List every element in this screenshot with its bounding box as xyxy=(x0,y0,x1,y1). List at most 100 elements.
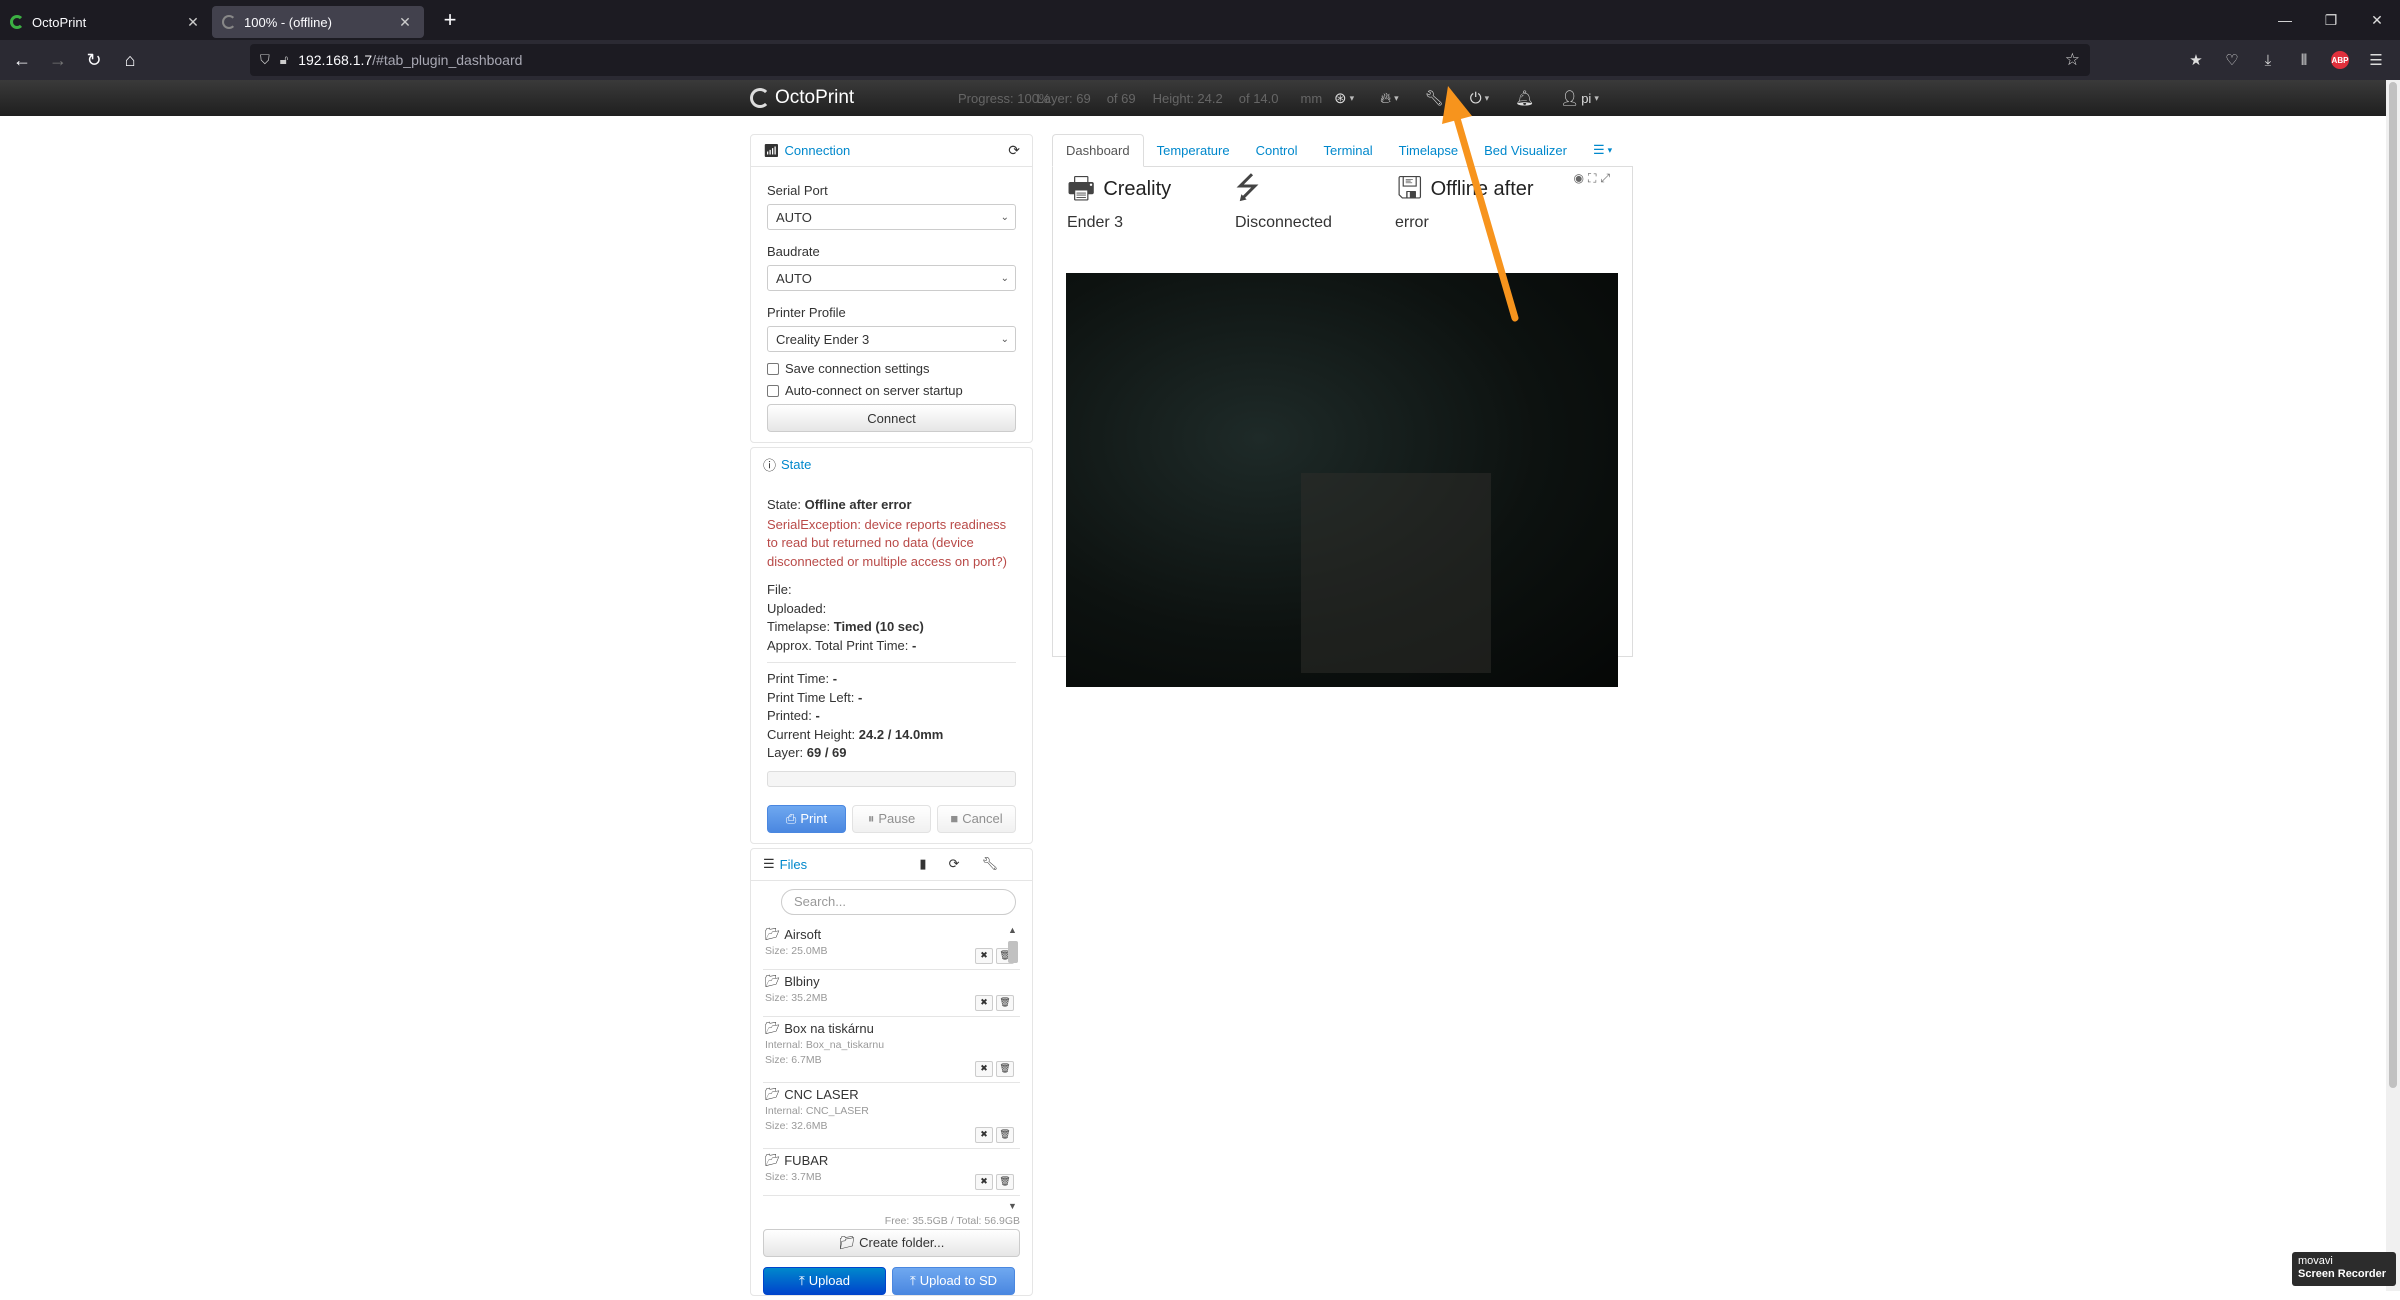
bookmarks-icon[interactable]: ★ xyxy=(2178,51,2214,69)
baudrate-select[interactable]: AUTO ⌄ xyxy=(767,265,1016,291)
files-header[interactable]: ☰ Files ▮⟳🔧︎ xyxy=(751,849,1032,881)
printer-state-icon: 🖫︎ xyxy=(1397,172,1423,205)
tab-control[interactable]: Control xyxy=(1243,134,1311,166)
pause-button[interactable]: ⏸ Pause xyxy=(852,804,931,833)
height-status: Height: 24.2 xyxy=(1152,90,1223,106)
move-icon[interactable]: ✖ xyxy=(975,994,993,1011)
fullscreen-icon[interactable]: ⤢ xyxy=(1600,171,1614,185)
flame-icon: 🔥︎ xyxy=(1380,89,1392,107)
forward-arrow-icon[interactable]: → xyxy=(40,44,76,76)
list-item[interactable]: 📂︎ Blbiny Size: 35.2MB ✖ 🗑︎ xyxy=(763,970,1020,1017)
folder-internal: Internal: CNC_LASER xyxy=(765,1104,869,1117)
print-progress-bar xyxy=(767,770,1016,787)
temperature-menu[interactable]: 🔥︎ ▾ xyxy=(1380,90,1399,107)
adblock-icon[interactable]: ABP xyxy=(2331,51,2349,69)
home-icon[interactable]: ⌂ xyxy=(112,44,148,76)
restore-icon[interactable]: ❐ xyxy=(2308,0,2354,40)
printer-icon: 🖶︎ xyxy=(1067,172,1096,205)
watermark-line1: movavi xyxy=(2298,1255,2333,1267)
lock-icon[interactable]: 🔓︎ xyxy=(280,52,288,68)
system-menu[interactable]: ⊛ ▾ xyxy=(1334,89,1354,107)
upload-sd-button[interactable]: ⤒ Upload to SD xyxy=(892,1266,1015,1295)
folder-label: Box na tiskárnu xyxy=(784,1020,874,1036)
scroll-up-icon[interactable]: ▲ xyxy=(1008,925,1017,935)
user-menu[interactable]: 👤︎ pi ▾ xyxy=(1560,89,1599,107)
move-icon[interactable]: ✖ xyxy=(975,1060,993,1077)
tab-more-menu[interactable]: ☰ ▾ xyxy=(1580,134,1625,166)
menu-icon[interactable]: ☰ xyxy=(2358,51,2394,69)
back-arrow-icon[interactable]: ← xyxy=(4,44,40,76)
tab-dashboard[interactable]: Dashboard xyxy=(1052,134,1144,167)
brand-title: OctoPrint xyxy=(775,87,855,108)
print-button[interactable]: ⎙ Print xyxy=(767,804,846,833)
webcam-bed-shape xyxy=(1301,473,1491,673)
list-item[interactable]: 📂︎ Airsoft Size: 25.0MB ✖ 🗑︎ xyxy=(763,923,1020,970)
minimize-icon[interactable]: — xyxy=(2262,0,2308,40)
close-tab-icon[interactable]: ✕ xyxy=(396,14,414,31)
checkbox[interactable] xyxy=(767,384,779,397)
scroll-down-icon[interactable]: ▼ xyxy=(1008,1201,1017,1211)
browser-tab-title: 100% - (offline) xyxy=(244,14,332,30)
browser-tab-offline[interactable]: 100% - (offline) ✕ xyxy=(212,6,424,38)
scroll-thumb[interactable] xyxy=(2389,82,2397,1088)
tab-temperature[interactable]: Temperature xyxy=(1144,134,1243,166)
annotation-arrow-icon xyxy=(1442,86,1519,322)
cancel-button[interactable]: ■ Cancel xyxy=(937,804,1016,833)
state-header[interactable]: ⓘ State xyxy=(751,448,1032,480)
serial-port-select[interactable]: AUTO ⌄ xyxy=(767,204,1016,230)
webcam-stream xyxy=(1066,273,1618,687)
connection-header[interactable]: 📶︎ Connection ⟳ xyxy=(751,135,1032,167)
layer-status: Layer: 69 xyxy=(1036,90,1091,106)
sd-card-icon[interactable]: ▮ xyxy=(919,856,948,871)
file-list-scrollbar[interactable]: ▲ ▼ xyxy=(1006,925,1020,1211)
timelapse-value: Timed (10 sec) xyxy=(833,619,924,634)
create-folder-button[interactable]: 📁︎ Create folder... xyxy=(763,1228,1020,1257)
connect-button[interactable]: Connect xyxy=(767,404,1016,432)
close-window-icon[interactable]: ✕ xyxy=(2354,0,2400,40)
connection-title: Connection xyxy=(784,143,851,158)
checkbox[interactable] xyxy=(767,362,779,375)
printer-profile-select[interactable]: Creality Ender 3 ⌄ xyxy=(767,326,1016,352)
list-item[interactable]: 📂︎ FUBAR Size: 3.7MB ✖ 🗑︎ xyxy=(763,1149,1020,1196)
folder-name: 📂︎ Airsoft xyxy=(765,927,1020,942)
connection-status-widget: ⭍ xyxy=(1235,173,1264,205)
save-settings-checkbox[interactable]: Save connection settings xyxy=(767,361,1016,376)
rotate-icon[interactable]: ⛶ xyxy=(1588,171,1600,185)
new-tab-plus-icon[interactable]: + xyxy=(436,7,464,33)
upload-icon: ⤒ xyxy=(799,1272,805,1288)
browser-tab-octoprint[interactable]: OctoPrint ✕ xyxy=(0,6,212,38)
upload-button[interactable]: ⤒ Upload xyxy=(763,1266,886,1295)
file-search-input[interactable]: Search... xyxy=(781,888,1016,915)
loading-spinner-icon xyxy=(222,15,236,29)
state-line: State: Offline after error xyxy=(767,496,1016,515)
shield-icon[interactable]: ⛉ xyxy=(260,52,270,68)
bookmark-star-icon[interactable]: ☆ xyxy=(2065,50,2080,70)
auto-connect-checkbox[interactable]: Auto-connect on server startup xyxy=(767,383,1016,398)
refresh-icon[interactable]: ⟳ xyxy=(1008,142,1020,159)
url-bar[interactable]: ⛉ 🔓︎ 192.168.1.7/#tab_plugin_dashboard ☆ xyxy=(250,44,2090,76)
list-item[interactable]: 📂︎ Box na tiskárnu Internal: Box_na_tiska… xyxy=(763,1017,1020,1083)
close-tab-icon[interactable]: ✕ xyxy=(184,14,202,31)
tab-terminal[interactable]: Terminal xyxy=(1311,134,1386,166)
webcam-icon[interactable]: ◉ xyxy=(1574,171,1588,185)
state-value: Offline after error xyxy=(804,497,912,512)
printer-name-line2: Ender 3 xyxy=(1067,214,1124,231)
library-icon[interactable]: ⫴ xyxy=(2286,52,2322,69)
brand[interactable]: OctoPrint xyxy=(750,80,854,116)
upload-sd-label: Upload to SD xyxy=(919,1273,998,1288)
downloads-icon[interactable]: ⤓ xyxy=(2250,52,2286,69)
wrench-icon[interactable]: 🔧︎ xyxy=(981,856,1020,871)
pocket-icon[interactable]: ♡ xyxy=(2214,51,2250,69)
refresh-icon[interactable]: ⟳ xyxy=(949,856,982,871)
usb-icon: ⭍ xyxy=(1235,172,1260,205)
scroll-thumb[interactable] xyxy=(1008,940,1018,963)
move-icon[interactable]: ✖ xyxy=(975,947,993,964)
move-icon[interactable]: ✖ xyxy=(975,1173,993,1190)
caret-down-icon: ▾ xyxy=(1394,92,1399,103)
file-list[interactable]: 📂︎ Airsoft Size: 25.0MB ✖ 🗑︎ 📂︎ Blbiny Size… xyxy=(763,923,1020,1213)
reload-icon[interactable]: ↻ xyxy=(76,44,112,76)
layer-value: 69 / 69 xyxy=(806,745,847,760)
list-item[interactable]: 📂︎ CNC LASER Internal: CNC_LASER Size: 32… xyxy=(763,1083,1020,1149)
move-icon[interactable]: ✖ xyxy=(975,1126,993,1143)
page-scrollbar[interactable] xyxy=(2386,80,2400,1291)
